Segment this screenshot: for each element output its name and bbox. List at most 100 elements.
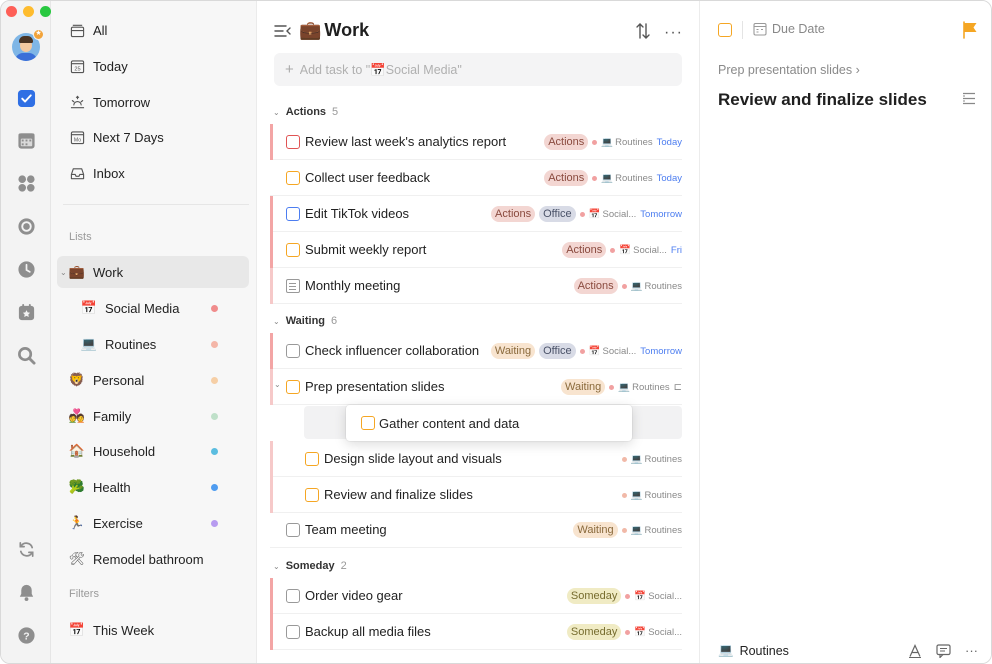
task-row[interactable]: Review and finalize slides 💻 Routines bbox=[270, 477, 682, 513]
due-date[interactable]: Tomorrow bbox=[640, 209, 682, 220]
due-date[interactable]: Today bbox=[657, 137, 682, 148]
group-header-someday[interactable]: ⌄ Someday 2 bbox=[273, 560, 347, 572]
breadcrumb[interactable]: Prep presentation slides › bbox=[718, 63, 860, 77]
task-checkbox[interactable] bbox=[286, 589, 300, 603]
calendar-icon[interactable] bbox=[16, 130, 36, 150]
task-row[interactable]: Design slide layout and visuals 💻 Routine… bbox=[270, 441, 682, 477]
task-detail-title[interactable]: Review and finalize slides bbox=[718, 90, 927, 110]
text-format-icon[interactable] bbox=[908, 643, 922, 658]
task-row[interactable]: Submit weekly report Actions 📅 Social... … bbox=[270, 232, 682, 268]
tag-actions[interactable]: Actions bbox=[544, 134, 589, 150]
list-view-icon[interactable] bbox=[962, 92, 976, 105]
sidebar-item-this-week[interactable]: 📅 This Week bbox=[57, 614, 249, 646]
task-checkbox[interactable] bbox=[286, 380, 300, 394]
sidebar-item-personal[interactable]: 🦁 Personal bbox=[57, 364, 249, 396]
task-checkbox[interactable] bbox=[286, 243, 300, 257]
comment-icon[interactable] bbox=[936, 643, 951, 658]
sidebar-item-next-7-days[interactable]: Mo Next 7 Days bbox=[57, 121, 249, 153]
bell-icon[interactable] bbox=[16, 582, 36, 602]
laptop-icon: 💻 bbox=[630, 524, 643, 536]
add-task-bar[interactable]: + bbox=[274, 53, 682, 86]
sort-icon[interactable] bbox=[635, 22, 651, 40]
sidebar-item-social-media[interactable]: 📅 Social Media bbox=[57, 292, 249, 324]
task-checkbox[interactable] bbox=[286, 207, 300, 221]
group-header-waiting[interactable]: ⌄ Waiting 6 bbox=[273, 315, 337, 327]
chevron-down-icon[interactable]: ⌄ bbox=[274, 380, 281, 389]
tag-actions[interactable]: Actions bbox=[491, 206, 536, 222]
briefcase-icon: 💼 bbox=[68, 264, 86, 279]
sidebar-item-work[interactable]: ⌄ 💼 Work bbox=[57, 256, 249, 288]
more-options-icon[interactable]: ··· bbox=[664, 24, 683, 42]
task-row[interactable]: Collect user feedback Actions 💻 Routines … bbox=[270, 160, 682, 196]
due-date[interactable]: Fri bbox=[671, 245, 682, 256]
tag-someday[interactable]: Someday bbox=[566, 588, 622, 604]
task-row[interactable]: Backup all media files Someday 📅 Social..… bbox=[270, 614, 682, 650]
task-checkbox[interactable] bbox=[286, 171, 300, 185]
task-row[interactable]: Check influencer collaboration Waiting O… bbox=[270, 333, 682, 369]
tag-actions[interactable]: Actions bbox=[573, 278, 618, 294]
calendar-star-icon[interactable] bbox=[16, 302, 36, 322]
tag-actions[interactable]: Actions bbox=[562, 242, 607, 258]
zoom-window-button[interactable] bbox=[40, 6, 51, 17]
task-checkbox[interactable] bbox=[286, 135, 300, 149]
dragging-task-card[interactable]: Gather content and data bbox=[346, 405, 632, 441]
sidebar-item-remodel-bathroom[interactable]: 🛠 Remodel bathroom bbox=[57, 543, 249, 575]
task-checkbox-icon[interactable] bbox=[16, 88, 36, 108]
laptop-icon: 💻 bbox=[80, 336, 98, 351]
sidebar-item-household[interactable]: 🏠 Household bbox=[57, 435, 249, 467]
tag-waiting[interactable]: Waiting bbox=[573, 522, 618, 538]
detail-checkbox[interactable] bbox=[718, 23, 732, 37]
sidebar-item-today[interactable]: 25 Today bbox=[57, 50, 249, 82]
due-date[interactable]: Tomorrow bbox=[640, 346, 682, 357]
due-date[interactable]: Today bbox=[657, 173, 682, 184]
sidebar-item-label: Family bbox=[93, 408, 132, 424]
tag-office[interactable]: Office bbox=[539, 343, 576, 359]
search-icon[interactable] bbox=[16, 345, 36, 365]
task-checkbox[interactable] bbox=[305, 488, 319, 502]
help-icon[interactable]: ? bbox=[16, 625, 36, 645]
task-row[interactable]: Team meeting Waiting 💻 Routines bbox=[270, 512, 682, 548]
sidebar-item-family[interactable]: 💑 Family bbox=[57, 400, 249, 432]
task-row[interactable]: Review last week's analytics report Acti… bbox=[270, 124, 682, 160]
focus-icon[interactable] bbox=[16, 216, 36, 236]
tag-waiting[interactable]: Waiting bbox=[490, 343, 536, 359]
task-title: Review and finalize slides bbox=[324, 487, 473, 502]
sidebar-item-tomorrow[interactable]: Tomorrow bbox=[57, 86, 249, 118]
more-options-icon[interactable]: ··· bbox=[965, 643, 978, 658]
task-title: Team meeting bbox=[305, 522, 387, 537]
close-window-button[interactable] bbox=[6, 6, 17, 17]
task-row[interactable]: Monthly meeting Actions 💻 Routines bbox=[270, 268, 682, 304]
list-color-dot bbox=[211, 447, 218, 455]
task-row[interactable]: Edit TikTok videos Actions Office 📅 Socia… bbox=[270, 196, 682, 232]
task-title: Submit weekly report bbox=[305, 242, 427, 257]
tag-waiting[interactable]: Waiting bbox=[560, 379, 606, 395]
note-icon[interactable] bbox=[286, 279, 300, 293]
due-date-button[interactable]: Due Date bbox=[753, 22, 825, 36]
sunrise-icon bbox=[69, 94, 85, 110]
task-checkbox[interactable] bbox=[361, 416, 375, 430]
sidebar-toggle-icon[interactable] bbox=[274, 23, 292, 39]
task-checkbox[interactable] bbox=[286, 625, 300, 639]
tag-someday[interactable]: Someday bbox=[566, 624, 622, 640]
sidebar-item-health[interactable]: 🥦 Health bbox=[57, 471, 249, 503]
tag-actions[interactable]: Actions bbox=[544, 170, 589, 186]
task-row[interactable]: Order video gear Someday 📅 Social... bbox=[270, 578, 682, 614]
chevron-down-icon[interactable]: ⌄ bbox=[60, 268, 67, 277]
grid-icon[interactable] bbox=[16, 173, 36, 193]
sidebar-item-routines[interactable]: 💻 Routines bbox=[57, 328, 249, 360]
task-checkbox[interactable] bbox=[286, 523, 300, 537]
clock-icon[interactable] bbox=[16, 259, 36, 279]
task-row[interactable]: ⌄ Prep presentation slides Waiting 💻 Rout… bbox=[270, 369, 682, 405]
tag-office[interactable]: Office bbox=[539, 206, 576, 222]
detail-list-selector[interactable]: 💻 Routines bbox=[718, 643, 789, 658]
add-task-input[interactable] bbox=[299, 62, 640, 77]
minimize-window-button[interactable] bbox=[23, 6, 34, 17]
sync-icon[interactable] bbox=[16, 539, 36, 559]
group-header-actions[interactable]: ⌄ Actions 5 bbox=[273, 106, 338, 118]
sidebar-item-inbox[interactable]: Inbox bbox=[57, 157, 249, 189]
sidebar-item-exercise[interactable]: 🏃 Exercise bbox=[57, 507, 249, 539]
task-checkbox[interactable] bbox=[305, 452, 319, 466]
task-checkbox[interactable] bbox=[286, 344, 300, 358]
priority-flag-icon[interactable] bbox=[962, 21, 978, 39]
sidebar-item-all[interactable]: All bbox=[57, 14, 249, 46]
